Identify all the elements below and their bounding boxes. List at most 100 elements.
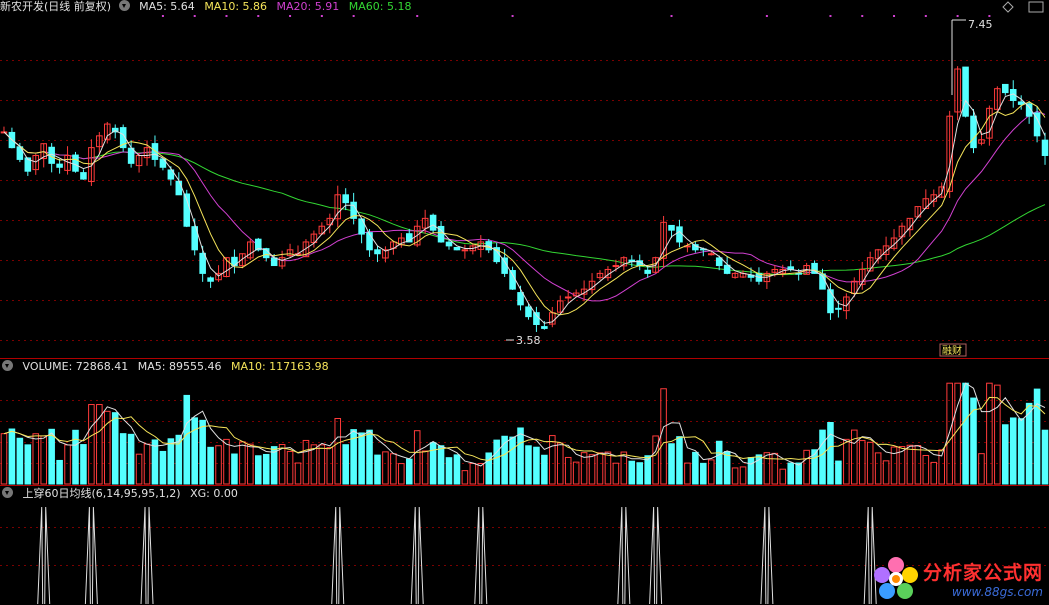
volume-bar — [88, 404, 95, 485]
volume-bar — [572, 461, 580, 485]
volume-bar — [398, 463, 405, 485]
signal-dot — [988, 15, 991, 17]
volume-bar — [374, 454, 381, 485]
volume-bar — [135, 453, 143, 485]
volume-bar — [278, 444, 286, 485]
candle-body — [429, 214, 437, 231]
volume-bar — [294, 462, 302, 485]
volume-bar — [1017, 418, 1025, 485]
candle-body — [644, 269, 651, 274]
signal-dot — [861, 15, 864, 17]
volume-bar — [111, 412, 119, 485]
volume-bar — [215, 445, 222, 485]
volume-bar — [326, 447, 334, 485]
candle-body — [564, 296, 572, 299]
candle-body — [461, 249, 469, 252]
ma20-line — [3, 110, 1046, 302]
candle-body — [541, 326, 548, 329]
volume-bar — [24, 444, 32, 485]
volume-bar — [0, 433, 8, 485]
signal-dot — [893, 15, 896, 17]
volume-bar — [970, 397, 977, 485]
volume-bar — [509, 436, 516, 485]
volume-bar — [533, 446, 540, 485]
candle-body — [835, 307, 842, 310]
candle-body — [668, 224, 675, 231]
signal-dot — [829, 15, 832, 17]
volume-bar — [461, 470, 469, 485]
signal-dot — [289, 15, 292, 17]
volume-bar — [310, 444, 318, 485]
volume-bar — [835, 460, 842, 485]
volume-bar — [588, 454, 596, 485]
candle-body — [175, 180, 183, 196]
volume-bar — [668, 443, 675, 485]
chevron-down-icon[interactable] — [118, 0, 130, 11]
volume-bar — [445, 457, 453, 485]
volume-bar — [684, 462, 691, 485]
volume-bar — [1009, 417, 1017, 485]
candle-body — [962, 66, 969, 117]
window-box-icon[interactable] — [1028, 1, 1044, 13]
diamond-icon[interactable] — [1002, 1, 1014, 13]
volume-bar — [779, 468, 787, 485]
volume-bar — [183, 394, 191, 485]
volume-bar — [715, 440, 723, 485]
candle-body — [1041, 139, 1049, 156]
volume-bar — [247, 443, 254, 485]
volume-bar — [32, 433, 40, 485]
volume-bar — [382, 451, 389, 485]
chevron-down-icon[interactable] — [2, 360, 13, 371]
volume-bar — [874, 452, 882, 485]
candle-body — [207, 277, 214, 282]
candle-body — [366, 232, 373, 251]
volume-bar — [207, 446, 214, 485]
volume-bar — [453, 454, 461, 485]
volume-bar — [231, 453, 238, 485]
volume-bar — [747, 457, 755, 485]
candles — [0, 66, 1049, 332]
volume-bar — [692, 451, 699, 485]
top-right-icons[interactable] — [1002, 1, 1044, 13]
chevron-down-icon[interactable] — [2, 487, 13, 498]
volume-bar — [421, 450, 429, 485]
candle-body — [509, 270, 516, 290]
candle-body — [56, 163, 63, 168]
ma60-label: MA60: 5.18 — [348, 0, 412, 13]
volume-bar — [652, 435, 659, 485]
volume-bar — [40, 435, 47, 485]
watermark-title: 分析家公式网 — [922, 561, 1043, 584]
volume-bar — [159, 450, 167, 485]
volume-bar — [525, 445, 532, 485]
volume-bar — [48, 428, 55, 485]
volume-bar — [262, 453, 270, 485]
volume-bar — [882, 460, 890, 485]
ma5-path — [3, 93, 1046, 324]
volume-bar — [342, 444, 349, 485]
volume-bar — [1002, 424, 1009, 485]
volume-label: VOLUME: 72868.41 — [22, 360, 129, 373]
volume-bar — [700, 462, 707, 485]
volume-bar — [96, 404, 103, 485]
volume-ma5-label: MA5: 89555.46 — [137, 360, 222, 373]
candle-body — [453, 246, 461, 251]
volume-bar — [628, 460, 636, 485]
volume-bar — [413, 430, 421, 485]
xg-spike — [331, 506, 345, 605]
chart-canvas: 7.45 3.58 融财 — [0, 1, 1049, 605]
volume-bar — [358, 432, 365, 485]
volume-bar — [660, 388, 667, 485]
volume-bar — [986, 382, 993, 485]
signal-dots — [161, 15, 991, 17]
volume-bar — [493, 439, 500, 485]
volume-legend: VOLUME: 72868.41 MA5: 89555.46 MA10: 117… — [0, 359, 335, 375]
volume-bar — [954, 382, 961, 485]
volume-bar — [827, 422, 834, 485]
volume-bar — [517, 427, 524, 485]
volume-ma10-label: MA10: 117163.98 — [230, 360, 329, 373]
signal-dot — [924, 15, 927, 17]
candle-body — [199, 252, 206, 274]
xg-spike — [617, 506, 631, 605]
signal-dot — [320, 15, 323, 17]
volume-bar — [469, 462, 477, 485]
